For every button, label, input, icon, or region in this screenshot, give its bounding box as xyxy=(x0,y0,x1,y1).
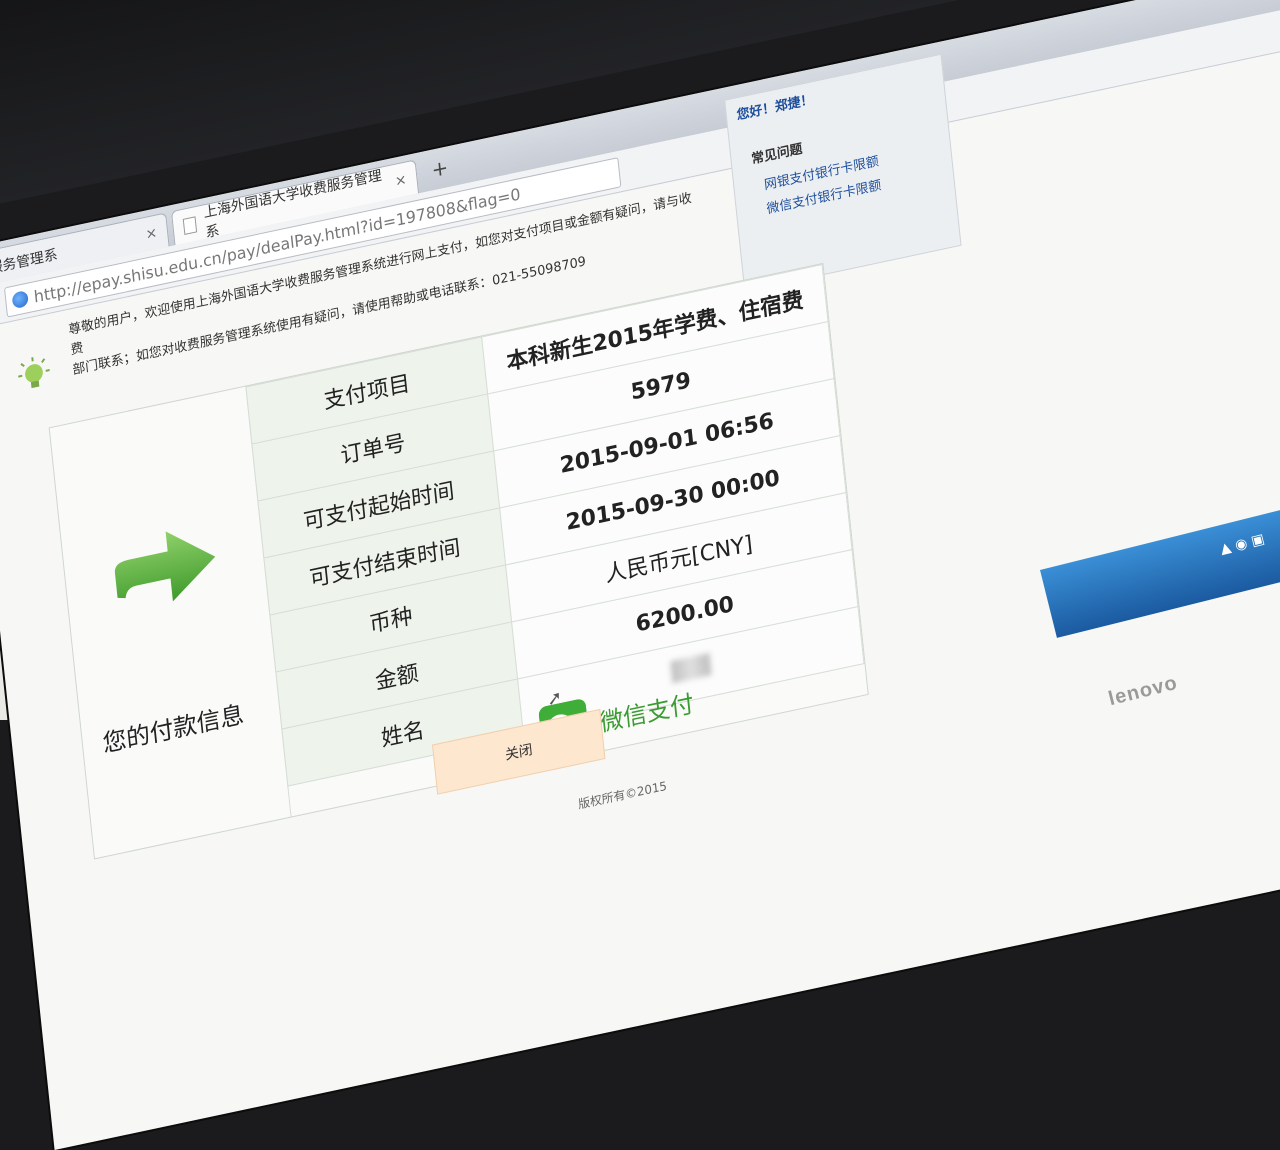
arrow-right-icon xyxy=(100,505,228,630)
payment-info-label: 您的付款信息 xyxy=(101,694,246,759)
faq-title: 常见问题 xyxy=(750,138,803,168)
close-tab-icon[interactable]: × xyxy=(394,171,407,189)
wechat-pay-label[interactable]: 微信支付 xyxy=(598,683,696,738)
new-tab-button[interactable]: + xyxy=(430,155,449,182)
page-icon xyxy=(183,216,198,235)
mouse-cursor-icon: ➚ xyxy=(546,687,563,711)
system-tray-icons[interactable]: ▲ ◉ ▣ xyxy=(1219,531,1267,557)
globe-icon xyxy=(12,290,29,309)
copyright-footer: 版权所有©2015 xyxy=(577,777,667,813)
lightbulb-icon xyxy=(12,351,57,402)
close-tab-icon[interactable]: × xyxy=(145,224,158,242)
